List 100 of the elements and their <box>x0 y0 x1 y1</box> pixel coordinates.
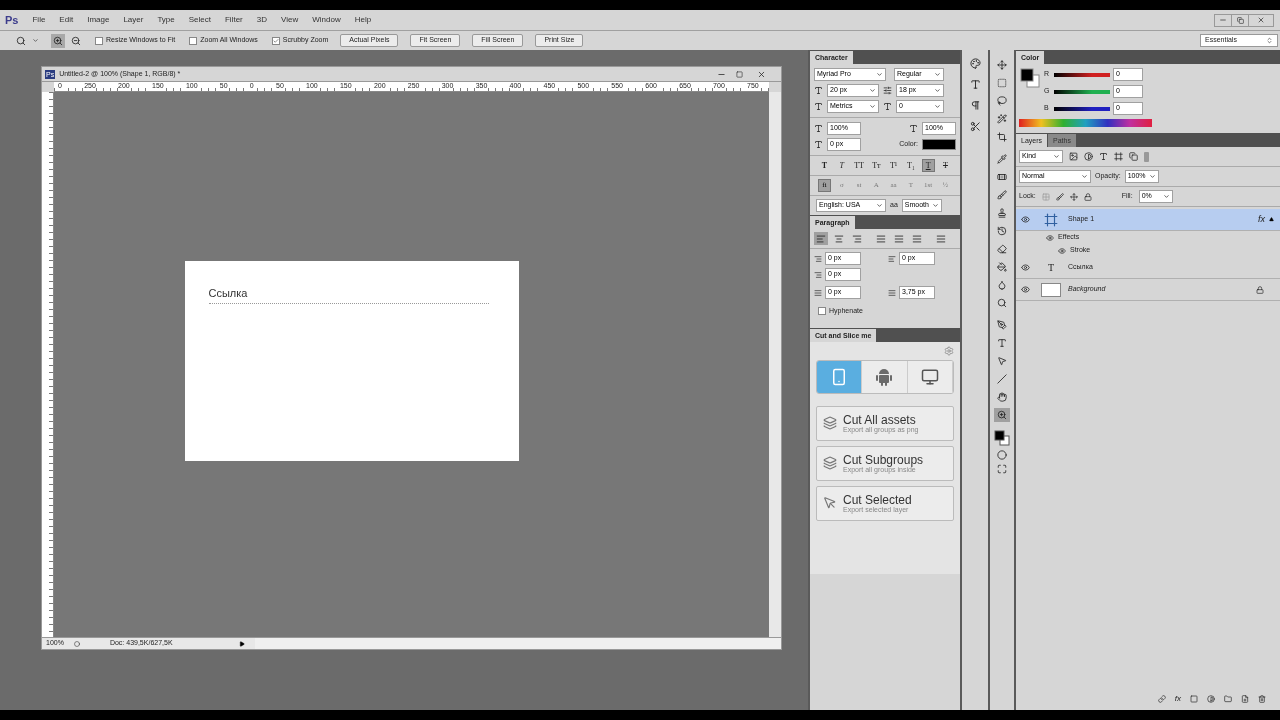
channel-slider[interactable] <box>1054 89 1110 94</box>
menu-item[interactable]: Layer <box>123 14 144 26</box>
zoom-out-icon[interactable] <box>71 35 81 46</box>
image-filter-icon[interactable] <box>1069 152 1078 161</box>
menu-item[interactable]: View <box>281 14 299 26</box>
maximize-icon[interactable] <box>736 70 743 78</box>
horizontal-scrollbar[interactable] <box>254 638 781 649</box>
platform-button[interactable] <box>907 360 953 393</box>
type-style-button[interactable]: T <box>835 159 849 172</box>
folder-icon[interactable] <box>1224 695 1232 703</box>
menu-item[interactable]: Select <box>188 14 211 26</box>
menu-item[interactable]: Help <box>354 14 372 26</box>
tool-button[interactable] <box>994 152 1010 166</box>
trash-icon[interactable] <box>1258 695 1266 703</box>
close-icon[interactable] <box>1257 16 1265 24</box>
eye-icon[interactable] <box>1020 263 1030 272</box>
add-style-button[interactable]: fx <box>1174 693 1181 705</box>
menu-item[interactable]: Window <box>312 14 341 26</box>
caret-icon <box>934 87 941 94</box>
color-swatches-icon[interactable] <box>1020 68 1040 88</box>
menu-item[interactable]: Edit <box>59 14 74 26</box>
effects-badge[interactable]: fx <box>1258 212 1265 227</box>
color-swatch[interactable] <box>922 139 956 150</box>
platform-button[interactable] <box>862 360 908 393</box>
tool-button[interactable] <box>994 372 1010 386</box>
mask-icon[interactable] <box>1190 695 1198 703</box>
lock-position-icon[interactable] <box>1069 192 1078 201</box>
type-style-button[interactable]: T¹ <box>887 159 901 172</box>
type-style-button[interactable]: T <box>818 159 831 172</box>
align-icon <box>876 233 886 244</box>
shape-filter-icon[interactable] <box>1114 152 1123 161</box>
tool-button[interactable] <box>994 58 1010 72</box>
eye-icon[interactable] <box>1058 246 1066 255</box>
type-filter-icon[interactable] <box>1099 152 1108 161</box>
vertical-scrollbar[interactable] <box>769 92 781 637</box>
app-logo[interactable]: Ps <box>5 11 19 29</box>
checkbox[interactable] <box>271 36 280 45</box>
align-button[interactable] <box>910 232 924 245</box>
filter-toggle[interactable] <box>1144 151 1149 162</box>
adjustment-filter-icon[interactable] <box>1084 152 1093 161</box>
color-spectrum[interactable] <box>1019 119 1152 127</box>
menu-item[interactable]: Filter <box>225 14 243 26</box>
checkbox[interactable] <box>818 307 826 316</box>
character-icon[interactable] <box>969 79 981 90</box>
tool-button[interactable] <box>994 242 1010 256</box>
checkbox[interactable] <box>189 36 198 45</box>
adjustment-icon[interactable] <box>1207 695 1215 703</box>
restore-icon[interactable] <box>1236 16 1244 24</box>
color-swatches-icon[interactable] <box>994 430 1010 446</box>
type-style-button[interactable]: Tт <box>869 159 883 172</box>
eye-icon[interactable] <box>1020 215 1030 224</box>
tool-button[interactable] <box>994 260 1010 274</box>
tool-button[interactable] <box>994 390 1010 404</box>
close-icon[interactable] <box>757 69 766 79</box>
tool-button[interactable] <box>994 408 1010 422</box>
zoom-tool-icon[interactable] <box>16 35 26 46</box>
tool-button[interactable] <box>994 94 1010 108</box>
collapse-arrow-icon[interactable] <box>1269 217 1274 222</box>
screen-mode-icon[interactable] <box>997 464 1007 474</box>
align-icon <box>936 233 946 244</box>
channel-slider[interactable] <box>1054 72 1110 77</box>
type-style-button[interactable]: T <box>938 159 952 172</box>
tool-button[interactable] <box>994 112 1010 126</box>
menu-item[interactable]: Type <box>157 14 175 26</box>
eye-icon[interactable] <box>1046 233 1054 242</box>
menu-item[interactable]: Image <box>87 14 110 26</box>
caret-icon <box>876 71 883 78</box>
menu-item[interactable]: File <box>32 14 46 26</box>
tool-button[interactable] <box>994 188 1010 202</box>
smart-object-filter-icon[interactable] <box>1129 152 1138 161</box>
type-style-button[interactable]: T <box>921 159 935 172</box>
paint-bucket-icon <box>997 262 1007 272</box>
menu-item[interactable]: 3D <box>256 14 267 26</box>
lock-pixels-icon[interactable] <box>1055 192 1064 201</box>
align-icon <box>912 233 922 244</box>
zoom-in-icon[interactable] <box>53 35 63 46</box>
type-style-button[interactable]: TT <box>852 159 866 172</box>
checkbox[interactable] <box>95 36 103 45</box>
scissors-icon[interactable] <box>969 121 981 132</box>
caret-icon <box>1081 173 1088 180</box>
status-icon[interactable] <box>73 640 80 647</box>
tool-button[interactable] <box>994 318 1010 332</box>
tool-button[interactable] <box>994 130 1010 144</box>
channel-slider[interactable] <box>1054 106 1110 111</box>
align-button[interactable] <box>874 232 888 245</box>
align-button[interactable] <box>892 232 906 245</box>
menu-arrow-icon[interactable] <box>238 640 245 647</box>
eye-icon[interactable] <box>1020 285 1030 294</box>
lock-all-icon[interactable] <box>1083 192 1092 201</box>
paragraph-icon[interactable] <box>969 100 981 111</box>
new-layer-icon[interactable] <box>1241 695 1249 703</box>
link-icon[interactable] <box>1157 695 1166 703</box>
align-button[interactable] <box>850 232 864 245</box>
type-style-button[interactable]: T₁ <box>904 159 918 172</box>
space-after-icon <box>888 288 896 297</box>
align-button[interactable] <box>934 232 948 245</box>
palette-icon[interactable] <box>969 58 981 69</box>
caret-icon[interactable] <box>32 37 39 44</box>
quick-mask-icon[interactable] <box>997 450 1007 460</box>
align-button[interactable] <box>832 232 846 245</box>
